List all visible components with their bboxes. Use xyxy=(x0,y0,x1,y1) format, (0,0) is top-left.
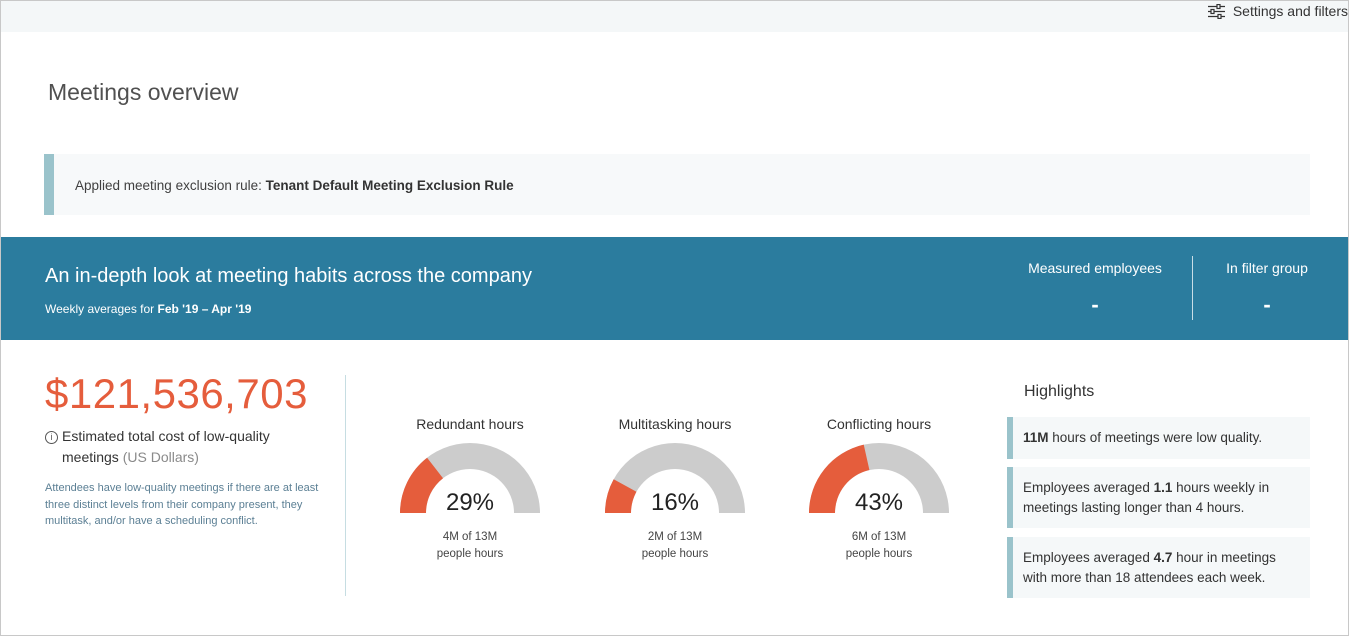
banner-divider xyxy=(1192,256,1193,320)
highlight-text: 11M hours of meetings were low quality. xyxy=(1023,428,1262,448)
highlight-text: Employees averaged 1.1 hours weekly in m… xyxy=(1023,478,1300,518)
highlight-card: 11M hours of meetings were low quality. xyxy=(1007,417,1310,459)
settings-label: Settings and filters xyxy=(1232,3,1348,19)
settings-and-filters-button[interactable]: Settings and filters xyxy=(1207,3,1348,19)
gauge-hours-unit: people hours xyxy=(436,548,504,560)
gauge-conflicting-hours: Conflicting hours 43% 6M of 13M people h… xyxy=(779,416,979,563)
gauge-hours-fraction: 4M of 13M xyxy=(442,531,498,543)
banner-subtitle-prefix: Weekly averages for xyxy=(45,302,158,316)
cost-description: Attendees have low-quality meetings if t… xyxy=(45,482,319,527)
sliders-icon xyxy=(1207,3,1225,19)
banner-subtitle: Weekly averages for Feb '19 – Apr '19 xyxy=(45,302,251,316)
in-filter-group-value: - xyxy=(1263,292,1271,317)
top-bar: Settings and filters xyxy=(1,1,1348,32)
gauge-subtext: 4M of 13M people hours xyxy=(370,529,570,563)
exclusion-rule-text: Applied meeting exclusion rule: Tenant D… xyxy=(75,178,514,193)
banner-date-range: Feb '19 – Apr '19 xyxy=(157,302,252,316)
summary-banner: An in-depth look at meeting habits acros… xyxy=(1,237,1348,340)
gauge-multitasking-hours: Multitasking hours 16% 2M of 13M people … xyxy=(575,416,775,563)
section-divider xyxy=(345,375,346,596)
highlight-prefix: Employees averaged xyxy=(1023,549,1154,565)
gauge-hours-fraction: 2M of 13M xyxy=(647,531,703,543)
gauge-title: Redundant hours xyxy=(416,416,524,432)
highlight-value: 1.1 xyxy=(1153,479,1173,495)
measured-employees-value: - xyxy=(1091,292,1099,317)
page-title: Meetings overview xyxy=(48,79,239,105)
in-filter-group-label: In filter group xyxy=(1226,260,1308,276)
gauge-percent: 29% xyxy=(445,489,495,516)
gauge-percent: 16% xyxy=(650,489,700,516)
measured-employees-stat: Measured employees - xyxy=(1027,260,1163,318)
highlights-title: Highlights xyxy=(1024,383,1095,400)
gauge-subtext: 6M of 13M people hours xyxy=(779,529,979,563)
highlight-text: Employees averaged 4.7 hour in meetings … xyxy=(1023,548,1300,588)
gauge-title: Conflicting hours xyxy=(826,416,932,432)
gauge-hours-fraction: 6M of 13M xyxy=(851,531,907,543)
highlight-card: Employees averaged 4.7 hour in meetings … xyxy=(1007,537,1310,598)
banner-title: An in-depth look at meeting habits acros… xyxy=(45,265,532,287)
highlight-prefix: Employees averaged xyxy=(1023,479,1154,495)
highlight-value: 11M xyxy=(1023,430,1049,445)
measured-employees-label: Measured employees xyxy=(1028,260,1162,276)
highlight-card: Employees averaged 1.1 hours weekly in m… xyxy=(1007,467,1310,528)
exclusion-rule-banner: Applied meeting exclusion rule: Tenant D… xyxy=(44,154,1310,215)
gauge-subtext: 2M of 13M people hours xyxy=(575,529,775,563)
gauge-redundant-hours: Redundant hours 29% 4M of 13M people hou… xyxy=(370,416,570,563)
gauge-hours-unit: people hours xyxy=(641,548,709,560)
highlight-suffix: hours of meetings were low quality. xyxy=(1048,430,1263,445)
cost-label-text: Estimated total cost of low-quality meet… xyxy=(62,426,305,468)
cost-amount: $121,536,703 xyxy=(45,370,308,417)
exclusion-rule-label: Applied meeting exclusion rule: xyxy=(75,178,266,193)
cost-label: i Estimated total cost of low-quality me… xyxy=(45,426,305,468)
info-icon[interactable]: i xyxy=(45,431,58,444)
cost-unit: (US Dollars) xyxy=(122,449,199,465)
exclusion-rule-value: Tenant Default Meeting Exclusion Rule xyxy=(265,178,514,193)
in-filter-group-stat: In filter group - xyxy=(1220,260,1314,318)
highlight-value: 4.7 xyxy=(1153,549,1173,565)
gauge-hours-unit: people hours xyxy=(845,548,913,560)
gauge-percent: 43% xyxy=(854,489,904,516)
gauge-title: Multitasking hours xyxy=(618,416,732,432)
